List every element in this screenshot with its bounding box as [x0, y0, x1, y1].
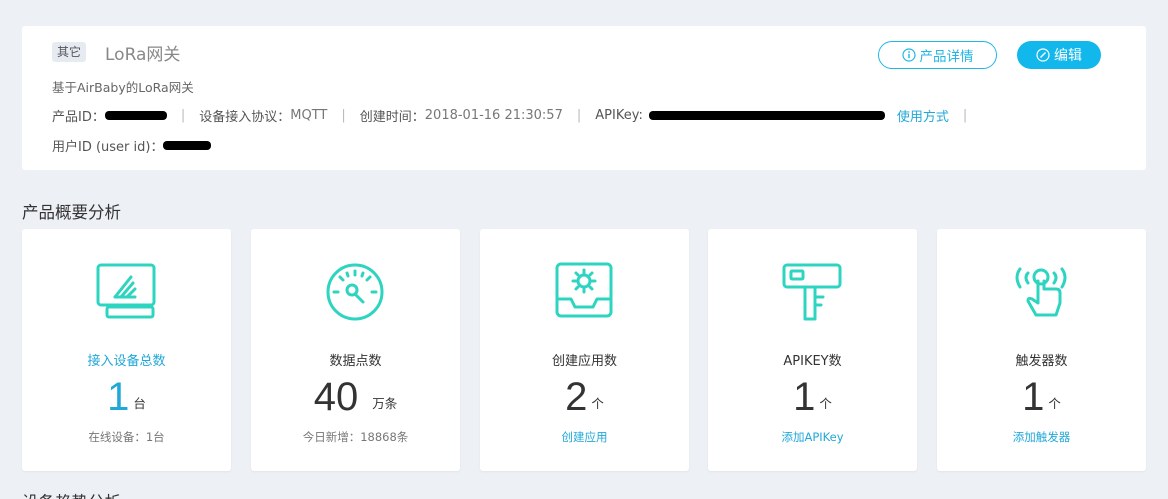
- stat-value: 40 万条: [251, 374, 460, 420]
- stat-footer: 今日新增：18868条: [302, 430, 409, 444]
- overview-title: 产品概要分析: [22, 203, 121, 222]
- protocol-value: MQTT: [290, 107, 328, 123]
- stat-number: 2: [565, 375, 588, 419]
- product-id-redacted: [104, 110, 167, 120]
- apikey-redacted: [648, 110, 885, 120]
- add-apikey-link[interactable]: 添加APIKey: [708, 429, 917, 445]
- add-trigger-link[interactable]: 添加触发器: [937, 429, 1146, 445]
- stat-label: 接入设备总数: [87, 354, 166, 369]
- trend-section-title: 设备趋势分析: [22, 489, 121, 499]
- created-time-value: 2018-01-16 21:30:57: [424, 107, 563, 123]
- usage-link[interactable]: 使用方式: [897, 106, 949, 125]
- stat-number: 40: [313, 375, 359, 419]
- stat-value: 2 个: [480, 374, 689, 420]
- stat-unit: 个: [591, 396, 604, 411]
- gauge-icon: [322, 259, 388, 325]
- stat-number: 1: [793, 375, 816, 419]
- stat-card-apps: 创建应用数 2 个 创建应用: [480, 229, 689, 471]
- app-gear-icon: [551, 259, 617, 325]
- stat-number: 1: [1022, 375, 1045, 419]
- product-name: LoRa网关: [105, 45, 181, 65]
- product-header-card: 其它 LoRa网关 基于AirBaby的LoRa网关 产品详情 编辑 产品ID：…: [22, 26, 1146, 170]
- edit-label: 编辑: [1054, 48, 1082, 64]
- product-description: 基于AirBaby的LoRa网关: [52, 80, 194, 95]
- monitor-icon: [93, 259, 159, 325]
- stat-label: APIKEY数: [783, 354, 842, 369]
- divider: |: [341, 107, 346, 123]
- stat-unit: 万条: [372, 396, 398, 411]
- stat-card-triggers: 触发器数 1 个 添加触发器: [937, 229, 1146, 471]
- stat-unit: 台: [133, 396, 146, 411]
- stat-number: 1: [107, 375, 130, 419]
- divider: |: [576, 107, 582, 123]
- stat-value: 1 台: [22, 374, 231, 420]
- touch-trigger-icon: [1008, 259, 1074, 325]
- category-tag: 其它: [52, 42, 87, 62]
- product-detail-label: 产品详情: [919, 49, 974, 65]
- user-id-redacted: [163, 140, 212, 150]
- stat-value: 1 个: [708, 374, 917, 420]
- stat-footer: 在线设备：1台: [88, 430, 165, 444]
- protocol-label: 设备接入协议：: [199, 109, 291, 125]
- divider: |: [962, 107, 968, 123]
- stat-card-devices: 接入设备总数 1 台 在线设备：1台: [22, 229, 231, 471]
- stat-value: 1 个: [937, 374, 1146, 420]
- stat-card-datapoints: 数据点数 40 万条 今日新增：18868条: [251, 229, 460, 471]
- stat-unit: 个: [819, 396, 832, 411]
- info-icon: [901, 48, 916, 62]
- stat-unit: 个: [1048, 396, 1061, 411]
- created-time-label: 创建时间：: [359, 109, 425, 125]
- product-info-row: 产品ID： | 设备接入协议： MQTT | 创建时间： 2018-01-16 …: [52, 106, 981, 125]
- user-id-row: 用户ID (user id)：: [52, 136, 212, 155]
- divider: |: [180, 107, 186, 123]
- stat-card-apikeys: APIKEY数 1 个 添加APIKey: [708, 229, 917, 471]
- stat-label: 触发器数: [1015, 354, 1068, 369]
- user-id-label: 用户ID (user id)：: [52, 139, 164, 155]
- edit-button[interactable]: 编辑: [1017, 41, 1101, 69]
- product-detail-button[interactable]: 产品详情: [878, 41, 997, 69]
- create-app-link[interactable]: 创建应用: [480, 429, 689, 445]
- apikey-label: APIKey:: [595, 107, 643, 123]
- key-icon: [779, 259, 845, 325]
- product-id-label: 产品ID：: [52, 109, 105, 125]
- edit-icon: [1036, 48, 1050, 62]
- stat-label: 数据点数: [329, 354, 382, 369]
- stat-label: 创建应用数: [551, 354, 617, 369]
